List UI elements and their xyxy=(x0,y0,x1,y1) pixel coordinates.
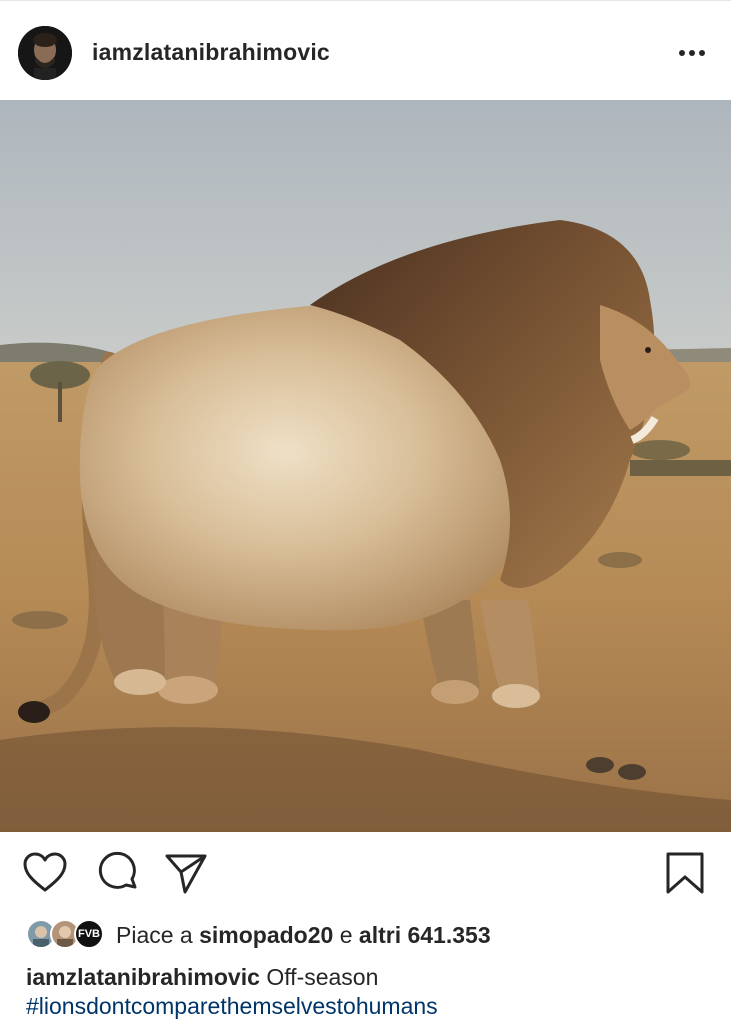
more-horizontal-icon[interactable] xyxy=(672,44,712,62)
likes-prefix: Piace a xyxy=(116,922,193,948)
likes-row[interactable]: FVB Piace a simopado20 e altri 641.353 xyxy=(0,912,731,956)
likes-middle: e xyxy=(339,922,353,948)
likes-count[interactable]: altri 641.353 xyxy=(359,922,491,948)
lion-photo xyxy=(0,100,731,832)
caption-username[interactable]: iamzlatanibrahimovic xyxy=(26,964,260,990)
profile-avatar[interactable] xyxy=(18,26,72,80)
post-photo[interactable] xyxy=(0,100,731,832)
caption-hashtag[interactable]: #lionsdontcomparethemselvestohumans xyxy=(26,993,438,1020)
liker-username[interactable]: simopado20 xyxy=(199,922,333,948)
heart-icon[interactable] xyxy=(22,850,68,896)
liker-avatar: FVB xyxy=(74,919,104,949)
caption: iamzlatanibrahimovic Off-season xyxy=(26,964,378,991)
bookmark-icon[interactable] xyxy=(662,850,708,896)
post-header: iamzlatanibrahimovic xyxy=(0,0,731,100)
send-icon[interactable] xyxy=(163,850,209,896)
post-username[interactable]: iamzlatanibrahimovic xyxy=(92,39,330,66)
avatar-image xyxy=(18,26,72,80)
caption-text: Off-season xyxy=(266,964,379,990)
likes-text[interactable]: Piace a simopado20 e altri 641.353 xyxy=(116,922,491,949)
comment-icon[interactable] xyxy=(95,850,141,896)
